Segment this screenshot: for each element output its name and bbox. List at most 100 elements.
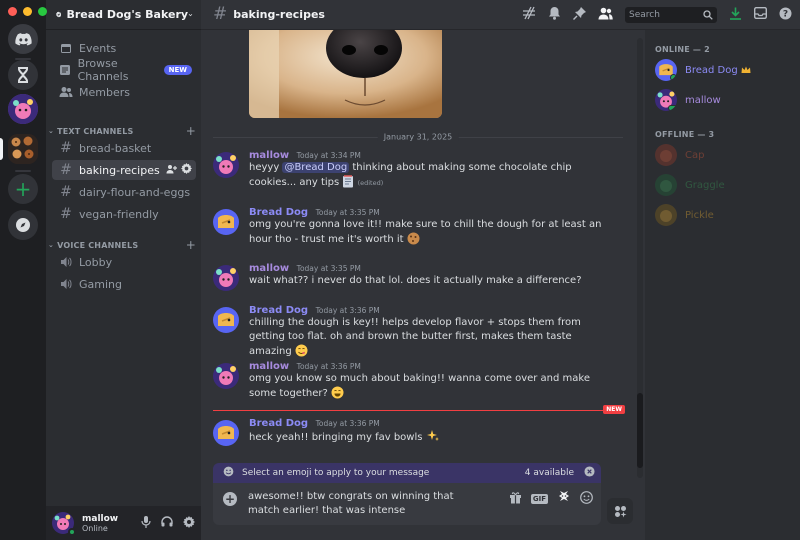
server-mallow[interactable] bbox=[8, 94, 38, 124]
message-author[interactable]: mallow bbox=[249, 150, 289, 161]
message-author[interactable]: Bread Dog bbox=[249, 418, 308, 429]
members-icon bbox=[58, 86, 74, 98]
sidebar-item-events[interactable]: Events bbox=[52, 38, 196, 58]
user-mention[interactable]: @Bread Dog bbox=[282, 162, 350, 173]
user-settings-gear-icon[interactable] bbox=[183, 515, 195, 531]
message-input[interactable]: awesome!! btw congrats on winning that m… bbox=[248, 490, 468, 518]
home-button[interactable] bbox=[8, 24, 38, 54]
message-author[interactable]: mallow bbox=[249, 361, 289, 372]
member-list-toggle-icon[interactable] bbox=[598, 7, 613, 23]
server-header[interactable]: Bread Dog's Bakery bbox=[46, 0, 201, 30]
search-placeholder: Search bbox=[629, 9, 660, 20]
apps-launcher-button[interactable] bbox=[607, 498, 633, 524]
scrollbar-thumb[interactable] bbox=[637, 393, 643, 468]
download-icon[interactable] bbox=[729, 7, 742, 23]
window-controls bbox=[8, 7, 47, 16]
member-list: ONLINE — 2 Bread Dog mallow OFFLINE — 3 … bbox=[645, 30, 800, 540]
calendar-icon bbox=[58, 42, 74, 54]
add-member-icon[interactable] bbox=[166, 164, 177, 177]
voice-channel-lobby[interactable]: Lobby bbox=[52, 252, 196, 272]
avatar[interactable] bbox=[213, 307, 239, 333]
gif-button[interactable]: GIF bbox=[530, 493, 548, 504]
avatar[interactable] bbox=[213, 420, 239, 446]
member-pickle[interactable]: Pickle bbox=[655, 204, 714, 226]
inbox-icon[interactable] bbox=[753, 6, 768, 22]
message-composer[interactable]: + awesome!! btw congrats on winning that… bbox=[213, 483, 601, 525]
message-author[interactable]: Bread Dog bbox=[249, 305, 308, 316]
member-cap[interactable]: Cap bbox=[655, 144, 704, 166]
user-info[interactable]: mallow Online bbox=[82, 514, 118, 533]
server-hourglass[interactable] bbox=[8, 60, 38, 90]
create-voice-channel-button[interactable]: + bbox=[186, 238, 196, 252]
new-badge: NEW bbox=[163, 65, 192, 75]
emoji-bar-text: Select an emoji to apply to your message bbox=[242, 468, 430, 478]
upload-plus-button[interactable]: + bbox=[223, 492, 237, 506]
sidebar-item-browse-channels[interactable]: Browse Channels NEW bbox=[52, 57, 196, 83]
member-mallow[interactable]: mallow bbox=[655, 89, 721, 111]
microphone-icon[interactable] bbox=[141, 515, 151, 531]
avatar[interactable] bbox=[213, 363, 239, 389]
sidebar-item-label: Browse Channels bbox=[77, 57, 129, 83]
avatar[interactable] bbox=[213, 265, 239, 291]
close-icon[interactable] bbox=[584, 466, 595, 480]
headphones-icon[interactable] bbox=[161, 516, 173, 530]
minimize-window-button[interactable] bbox=[23, 7, 32, 16]
member-name: Pickle bbox=[685, 209, 714, 221]
chevron-down-icon: ⌄ bbox=[48, 241, 55, 249]
message-author[interactable]: mallow bbox=[249, 263, 289, 274]
hashtag-icon: # bbox=[60, 162, 72, 178]
member-graggle[interactable]: Graggle bbox=[655, 174, 725, 196]
channel-vegan-friendly[interactable]: # vegan-friendly bbox=[52, 204, 196, 224]
create-channel-button[interactable]: + bbox=[186, 124, 196, 138]
search-input[interactable]: Search bbox=[625, 6, 717, 23]
channel-dairy-flour-and-eggs[interactable]: # dairy-flour-and-eggs bbox=[52, 182, 196, 202]
rail-separator bbox=[15, 170, 31, 172]
channel-label: dairy-flour-and-eggs bbox=[79, 185, 191, 199]
voice-channel-gaming[interactable]: Gaming bbox=[52, 274, 196, 294]
gift-icon[interactable] bbox=[509, 491, 522, 507]
message-author[interactable]: Bread Dog bbox=[249, 207, 308, 218]
avatar[interactable] bbox=[52, 512, 76, 536]
avatar bbox=[655, 89, 677, 111]
message-content: heck yeah!! bringing my fav bowls bbox=[249, 429, 609, 448]
zoom-window-button[interactable] bbox=[38, 7, 47, 16]
hashtag-icon: # bbox=[60, 140, 72, 156]
category-text-channels[interactable]: ⌄ TEXT CHANNELS + bbox=[48, 124, 196, 138]
emoji-picker-icon[interactable] bbox=[580, 490, 593, 507]
pin-icon[interactable] bbox=[573, 6, 586, 23]
add-server-button[interactable]: + bbox=[8, 174, 38, 204]
help-icon[interactable]: ? bbox=[779, 7, 792, 23]
server-badge-icon bbox=[56, 11, 62, 18]
server-name: Bread Dog's Bakery bbox=[66, 8, 189, 21]
gear-icon[interactable] bbox=[181, 163, 192, 177]
category-label: VOICE CHANNELS bbox=[57, 240, 139, 250]
mallow-avatar-icon bbox=[213, 152, 239, 178]
avatar[interactable] bbox=[213, 209, 239, 235]
mallow-server-icon bbox=[8, 94, 38, 124]
sidebar-item-members[interactable]: Members bbox=[52, 82, 196, 102]
speaker-icon bbox=[58, 256, 74, 268]
category-voice-channels[interactable]: ⌄ VOICE CHANNELS + bbox=[48, 238, 196, 252]
close-window-button[interactable] bbox=[8, 7, 17, 16]
channel-bread-basket[interactable]: # bread-basket bbox=[52, 138, 196, 158]
user-status: Online bbox=[82, 523, 108, 533]
message-content: heyyy @Bread Dog thinking about making s… bbox=[249, 161, 609, 193]
message-content: omg you're gonna love it!! make sure to … bbox=[249, 218, 609, 250]
browse-icon bbox=[58, 64, 73, 76]
channel-label: Lobby bbox=[79, 255, 113, 269]
member-bread-dog[interactable]: Bread Dog bbox=[655, 59, 751, 81]
channel-sidebar: Bread Dog's Bakery Events Browse Channel… bbox=[46, 0, 201, 540]
chat-scrollbar[interactable] bbox=[637, 38, 643, 478]
threads-icon[interactable] bbox=[522, 6, 536, 23]
new-messages-divider: NEW bbox=[213, 405, 625, 414]
image-attachment[interactable] bbox=[249, 30, 442, 118]
server-bread-dogs-bakery[interactable] bbox=[8, 134, 38, 164]
bell-icon[interactable] bbox=[548, 6, 561, 23]
message-timestamp: Today at 3:35 PM bbox=[315, 208, 380, 217]
discover-button[interactable] bbox=[8, 210, 38, 240]
message-timestamp: Today at 3:35 PM bbox=[296, 264, 361, 273]
message-content: wait what?? i never do that lol. does it… bbox=[249, 275, 582, 286]
sticker-icon[interactable] bbox=[557, 490, 571, 507]
channel-baking-recipes[interactable]: # baking-recipes bbox=[52, 160, 196, 180]
avatar[interactable] bbox=[213, 152, 239, 178]
